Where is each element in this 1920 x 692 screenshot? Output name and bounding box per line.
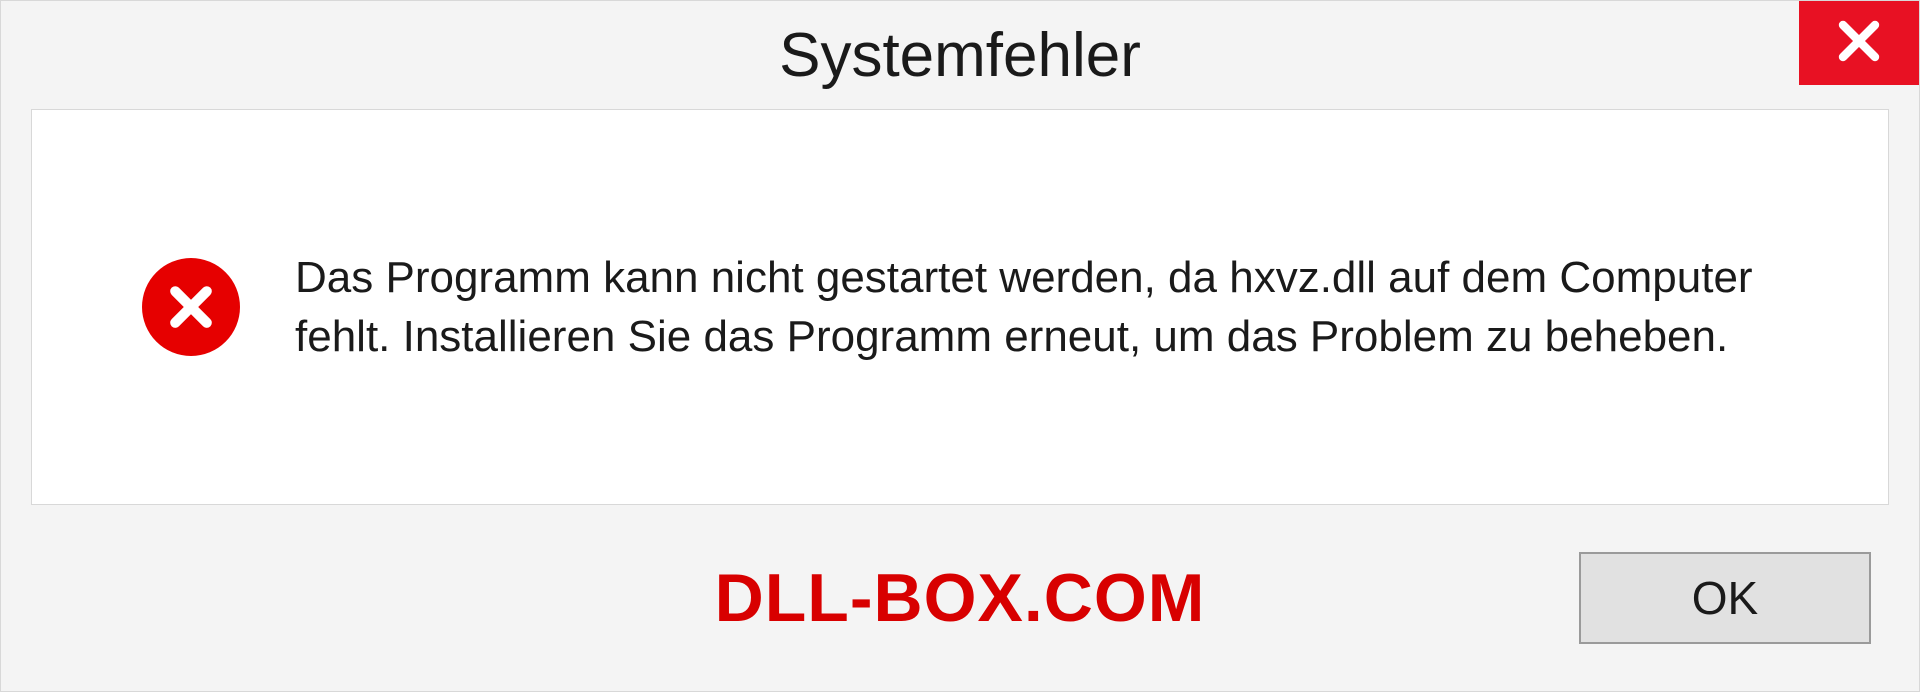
titlebar: Systemfehler bbox=[1, 1, 1919, 109]
content-area: Das Programm kann nicht gestartet werden… bbox=[31, 109, 1889, 505]
ok-button[interactable]: OK bbox=[1579, 552, 1871, 644]
close-button[interactable] bbox=[1799, 1, 1919, 85]
close-icon bbox=[1835, 17, 1883, 70]
dialog-title: Systemfehler bbox=[779, 20, 1141, 91]
error-dialog: Systemfehler Das Programm kann nicht ges… bbox=[0, 0, 1920, 692]
error-icon bbox=[142, 258, 240, 356]
watermark-text: DLL-BOX.COM bbox=[715, 559, 1206, 637]
footer: DLL-BOX.COM OK bbox=[1, 505, 1919, 691]
error-message: Das Programm kann nicht gestartet werden… bbox=[295, 248, 1795, 367]
